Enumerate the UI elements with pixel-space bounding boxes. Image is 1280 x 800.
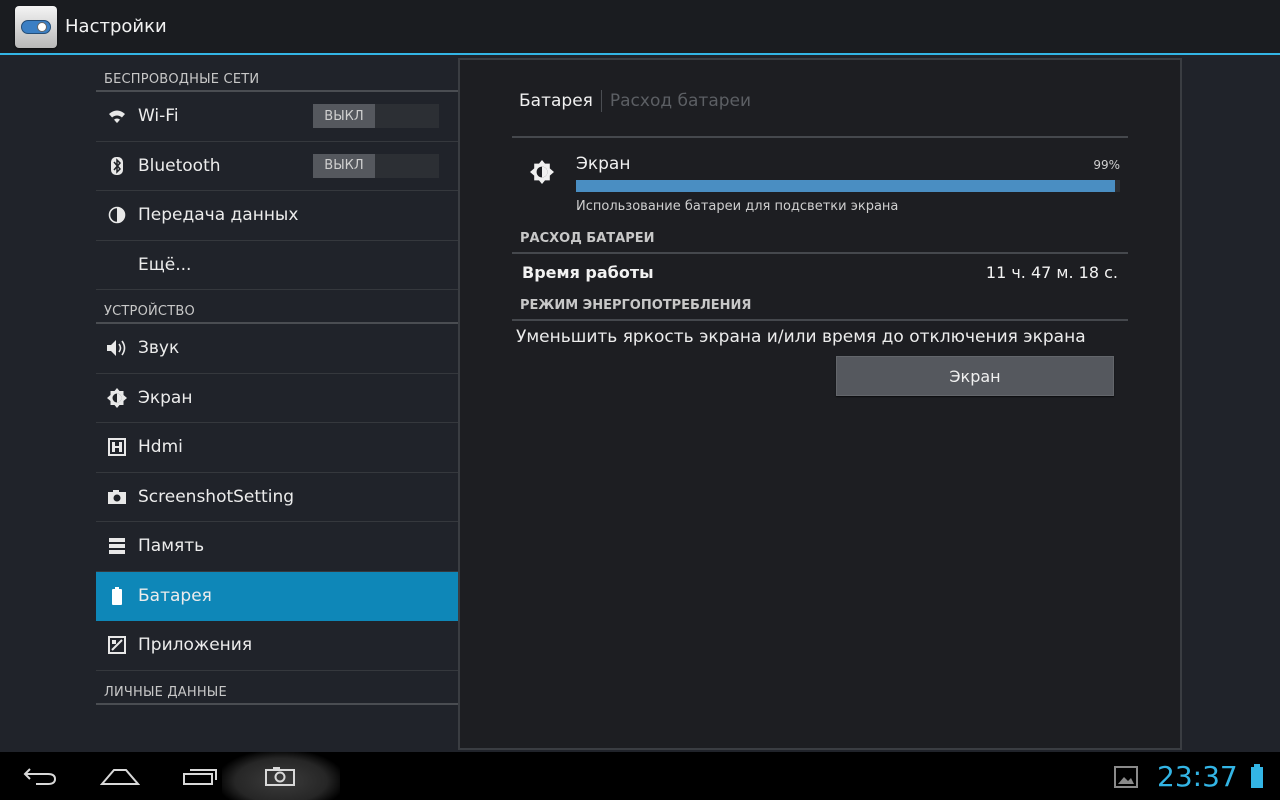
screenshot-button[interactable] — [250, 752, 310, 800]
divider — [512, 252, 1128, 254]
divider — [512, 319, 1128, 321]
camera-icon — [96, 489, 138, 505]
settings-item-label: Hdmi — [138, 437, 183, 458]
settings-item-label: Ещё... — [138, 254, 192, 275]
status-clock[interactable]: 23:37 — [1157, 760, 1238, 793]
tab-battery-usage[interactable]: Расход батареи — [610, 91, 751, 111]
settings-item-sound[interactable]: Звук — [96, 324, 458, 374]
gallery-notification-icon[interactable] — [1114, 766, 1138, 792]
section-header-wireless: БЕСПРОВОДНЫЕ СЕТИ — [96, 58, 458, 92]
settings-item-label: Передача данных — [138, 205, 299, 226]
sound-icon — [96, 339, 138, 357]
settings-item-data-usage[interactable]: Передача данных — [96, 191, 458, 241]
settings-list: БЕСПРОВОДНЫЕ СЕТИ Wi-Fi ВЫКЛ Bluetooth В… — [96, 58, 458, 750]
battery-detail-pane: Батарея Расход батареи Экран 99% Использ… — [458, 58, 1182, 750]
back-button[interactable] — [10, 752, 70, 800]
settings-item-label: Память — [138, 536, 205, 557]
wifi-toggle[interactable]: ВЫКЛ — [313, 104, 439, 129]
home-icon — [100, 769, 140, 785]
settings-item-label: ScreenshotSetting — [138, 486, 295, 507]
usage-progress-bar — [576, 180, 1120, 192]
settings-item-screenshot[interactable]: ScreenshotSetting — [96, 473, 458, 522]
tab-battery[interactable]: Батарея — [519, 91, 593, 111]
runtime-label: Время работы — [522, 263, 654, 282]
home-button[interactable] — [90, 752, 150, 800]
storage-icon — [96, 537, 138, 555]
divider — [512, 136, 1128, 138]
screen-settings-button[interactable]: Экран — [836, 356, 1114, 396]
section-header-device: УСТРОЙСТВО — [96, 290, 458, 324]
toggle-off-label: ВЫКЛ — [313, 153, 375, 178]
camera-icon — [265, 767, 295, 786]
detail-tabs: Батарея Расход батареи — [519, 90, 751, 112]
settings-item-battery[interactable]: Батарея — [96, 571, 458, 621]
battery-status-icon — [1250, 764, 1264, 792]
bluetooth-icon — [96, 156, 138, 176]
wifi-icon — [96, 108, 138, 124]
tab-divider — [600, 90, 602, 112]
battery-usage-header: РАСХОД БАТАРЕИ — [520, 231, 655, 246]
settings-item-bluetooth[interactable]: Bluetooth ВЫКЛ — [96, 142, 458, 191]
settings-item-apps[interactable]: Приложения — [96, 621, 458, 671]
settings-item-label: Звук — [138, 338, 180, 359]
section-header-personal: ЛИЧНЫЕ ДАННЫЕ — [96, 671, 458, 705]
settings-item-storage[interactable]: Память — [96, 522, 458, 572]
apps-icon — [96, 636, 138, 655]
settings-item-more[interactable]: Ещё... — [96, 241, 458, 290]
hdmi-icon — [96, 438, 138, 457]
usage-item-name[interactable]: Экран — [576, 154, 630, 174]
settings-item-label: Приложения — [138, 635, 253, 656]
back-icon — [23, 768, 57, 785]
action-bar: Настройки — [0, 0, 1280, 55]
brightness-icon — [530, 160, 556, 186]
data-usage-icon — [96, 206, 138, 224]
settings-item-display[interactable]: Экран — [96, 374, 458, 423]
usage-progress-fill — [576, 180, 1115, 192]
settings-item-wifi[interactable]: Wi-Fi ВЫКЛ — [96, 92, 458, 142]
usage-description: Использование батареи для подсветки экра… — [576, 199, 899, 214]
settings-item-label: Батарея — [138, 585, 212, 606]
settings-app-icon[interactable] — [15, 5, 57, 48]
toggle-off-label: ВЫКЛ — [313, 104, 375, 129]
power-mode-header: РЕЖИМ ЭНЕРГОПОТРЕБЛЕНИЯ — [520, 298, 752, 313]
settings-item-hdmi[interactable]: Hdmi — [96, 423, 458, 473]
settings-item-label: Bluetooth — [138, 155, 221, 176]
recent-apps-button[interactable] — [170, 752, 230, 800]
bluetooth-toggle[interactable]: ВЫКЛ — [313, 153, 439, 178]
settings-item-label: Wi-Fi — [138, 106, 179, 127]
settings-item-label: Экран — [138, 387, 193, 408]
recent-apps-icon — [183, 769, 217, 785]
usage-percent: 99% — [1093, 158, 1120, 172]
power-mode-text: Уменьшить яркость экрана и/или время до … — [516, 327, 1086, 347]
brightness-icon — [96, 387, 138, 408]
app-title: Настройки — [65, 16, 167, 37]
battery-icon — [96, 586, 138, 605]
runtime-value: 11 ч. 47 м. 18 с. — [985, 263, 1118, 282]
